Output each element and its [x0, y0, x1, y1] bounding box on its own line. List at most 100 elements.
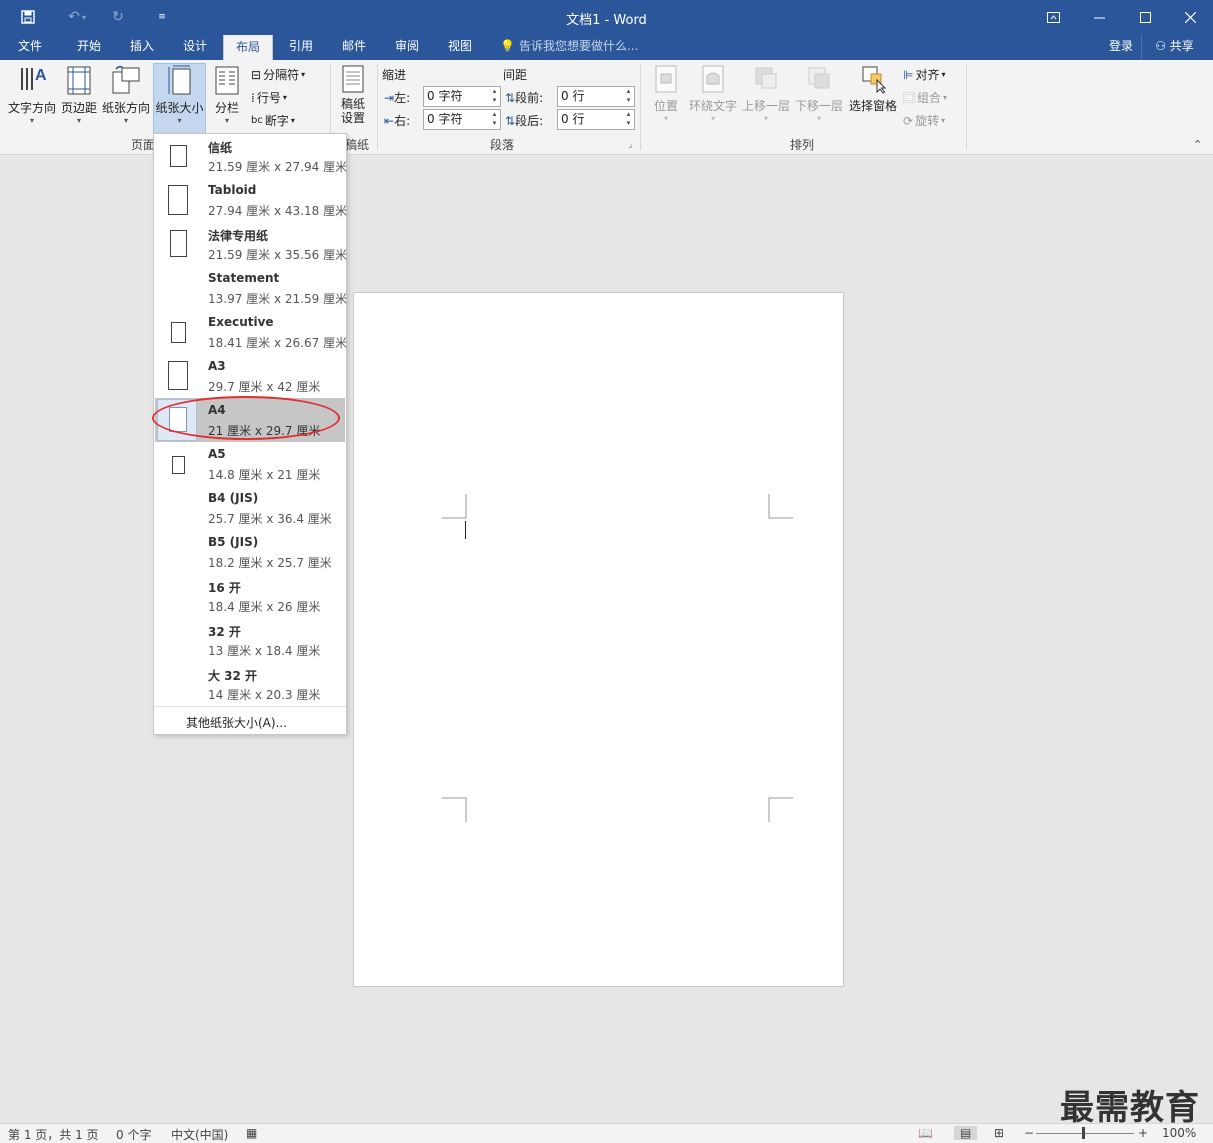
indent-left-label: ⇥左: [384, 91, 411, 105]
line-numbers-button[interactable]: ⁞ 行号 ▾ [251, 89, 287, 106]
line-numbers-icon: ⁞ [251, 90, 255, 105]
indent-right-icon: ⇤ [384, 114, 395, 128]
bring-forward-button[interactable]: 上移一层 ▾ [741, 64, 791, 130]
maximize-icon[interactable] [1122, 0, 1168, 34]
position-icon [655, 65, 677, 93]
paper-size-b5-jis[interactable]: B5 (JIS) 18.2 厘米 x 25.7 厘米 [155, 530, 345, 574]
tab-view[interactable]: 视图 [435, 34, 485, 60]
close-icon[interactable] [1167, 0, 1213, 34]
zoom-level[interactable]: 100% [1162, 1126, 1196, 1140]
paper-size-tabloid[interactable]: Tabloid 27.94 厘米 x 43.18 厘米 [155, 178, 347, 222]
send-backward-button[interactable]: 下移一层 ▾ [794, 64, 844, 130]
crop-mark-top-left [442, 494, 467, 519]
ribbon-tab-bar: 文件 开始 插入 设计 布局 引用 邮件 审阅 视图 💡 告诉我您想要做什么...… [0, 34, 1213, 60]
indent-right-label: ⇤右: [384, 114, 411, 128]
tab-insert[interactable]: 插入 [117, 34, 167, 60]
group-label: 组合 [917, 91, 942, 105]
paper-size-button[interactable]: 纸张大小 ▾ [153, 63, 206, 134]
paper-size-executive[interactable]: Executive 18.41 厘米 x 26.67 厘米 [155, 310, 347, 354]
zoom-slider[interactable] [1036, 1133, 1134, 1134]
zoom-in-icon[interactable]: + [1138, 1126, 1148, 1140]
orientation-button[interactable]: 纸张方向 ▾ [100, 64, 152, 130]
selection-pane-label: 选择窗格 [848, 99, 897, 113]
line-numbers-label: 行号 [256, 91, 281, 105]
tab-references[interactable]: 引用 [276, 34, 326, 60]
tab-design[interactable]: 设计 [170, 34, 220, 60]
more-paper-sizes-item[interactable]: 其他纸张大小(A)... [186, 714, 287, 731]
align-button[interactable]: ⊫ 对齐 ▾ [903, 66, 945, 83]
spacing-after-input[interactable]: 0 行 ▴ ▾ [557, 109, 635, 130]
tab-layout[interactable]: 布局 [223, 35, 273, 60]
send-backward-icon [808, 67, 830, 89]
position-button[interactable]: 位置 ▾ [646, 64, 686, 130]
tab-file[interactable]: 文件 [6, 34, 54, 60]
read-mode-icon[interactable]: 📖 [918, 1126, 933, 1140]
spacing-header: 间距 [503, 68, 528, 82]
highlight-circle-annotation [152, 396, 340, 440]
crop-mark-bottom-left [442, 797, 467, 822]
manuscript-settings-button[interactable]: 稿纸 设置 [334, 64, 372, 130]
breaks-button[interactable]: ⊟ 分隔符 ▾ [251, 66, 305, 83]
columns-label: 分栏 [214, 101, 239, 115]
indent-right-input[interactable]: 0 字符 ▴ ▾ [423, 109, 501, 130]
share-button[interactable]: ⚇ 共享 [1141, 34, 1207, 60]
login-link[interactable]: 登录 [1109, 34, 1133, 60]
paper-size-a5[interactable]: A5 14.8 厘米 x 21 厘米 [155, 442, 345, 486]
paper-size-letter[interactable]: 信纸 21.59 厘米 x 27.94 厘米 [155, 134, 347, 178]
paper-size-b4-jis[interactable]: B4 (JIS) 25.7 厘米 x 36.4 厘米 [155, 486, 345, 530]
paragraph-dialog-launcher-icon[interactable]: ⌟ [628, 140, 632, 150]
title-bar: ↶ ▾ ↻ ≡ 文档1 - Word [0, 0, 1213, 34]
wrap-text-icon [702, 65, 724, 93]
send-backward-label: 下移一层 [794, 99, 843, 113]
tab-mailings[interactable]: 邮件 [329, 34, 379, 60]
arrange-group-label: 排列 [790, 138, 815, 152]
minimize-icon[interactable] [1076, 0, 1122, 34]
tell-me-search[interactable]: 💡 告诉我您想要做什么... [500, 34, 638, 60]
group-separator [966, 64, 967, 150]
bring-forward-icon [755, 67, 777, 89]
share-label: 共享 [1169, 39, 1194, 53]
paper-size-a3[interactable]: A3 29.7 厘米 x 42 厘米 [155, 354, 345, 398]
zoom-out-icon[interactable]: − [1024, 1126, 1034, 1140]
macro-record-icon[interactable]: ▦ [246, 1126, 257, 1140]
wrap-text-button[interactable]: 环绕文字 ▾ [688, 64, 738, 130]
position-label: 位置 [653, 99, 678, 113]
crop-mark-bottom-right [768, 797, 793, 822]
paper-size-legal[interactable]: 法律专用纸 21.59 厘米 x 35.56 厘米 [155, 222, 347, 266]
indent-left-input[interactable]: 0 字符 ▴ ▾ [423, 86, 501, 107]
document-page[interactable] [353, 292, 844, 987]
page-icon [171, 322, 186, 343]
tell-me-text: 告诉我您想要做什么... [518, 39, 639, 53]
rotate-button[interactable]: ⟳ 旋转 ▾ [903, 112, 945, 129]
rotate-icon: ⟳ [903, 113, 914, 128]
columns-button[interactable]: 分栏 ▾ [208, 64, 246, 130]
tab-home[interactable]: 开始 [64, 34, 114, 60]
group-button[interactable]: ⿴组合 ▾ [903, 89, 947, 106]
paper-size-16k[interactable]: 16 开 18.4 厘米 x 26 厘米 [155, 574, 345, 618]
margins-label: 页边距 [60, 101, 97, 115]
word-count-status[interactable]: 0 个字 [116, 1126, 151, 1143]
manuscript-label-2: 设置 [340, 111, 365, 125]
print-layout-icon[interactable]: ▤ [954, 1126, 978, 1140]
language-status[interactable]: 中文(中国) [171, 1126, 228, 1143]
breaks-label: 分隔符 [263, 68, 300, 82]
tab-review[interactable]: 审阅 [382, 34, 432, 60]
align-icon: ⊫ [903, 67, 914, 82]
ribbon-display-icon[interactable] [1030, 0, 1076, 34]
web-layout-icon[interactable]: ⊞ [994, 1126, 1004, 1140]
watermark-text: 最需教育 [1060, 1088, 1200, 1128]
paper-size-big-32k[interactable]: 大 32 开 14 厘米 x 20.3 厘米 [155, 662, 345, 706]
spacing-before-input[interactable]: 0 行 ▴ ▾ [557, 86, 635, 107]
selection-pane-icon [862, 66, 887, 94]
zoom-slider-thumb[interactable] [1082, 1127, 1085, 1139]
page-count-status[interactable]: 第 1 页，共 1 页 [8, 1126, 99, 1143]
margins-button[interactable]: 页边距 ▾ [58, 64, 100, 130]
paper-size-statement[interactable]: Statement 13.97 厘米 x 21.59 厘米 [155, 266, 347, 310]
collapse-ribbon-icon[interactable]: ⌃ [1193, 138, 1202, 151]
hyphenation-button[interactable]: bc 断字 ▾ [251, 112, 295, 129]
paragraph-group-label: 段落 [490, 138, 515, 152]
manuscript-label-1: 稿纸 [340, 97, 365, 111]
selection-pane-button[interactable]: 选择窗格 [847, 64, 899, 130]
paper-size-32k[interactable]: 32 开 13 厘米 x 18.4 厘米 [155, 618, 345, 662]
text-direction-button[interactable]: A 文字方向 ▾ [6, 64, 58, 130]
